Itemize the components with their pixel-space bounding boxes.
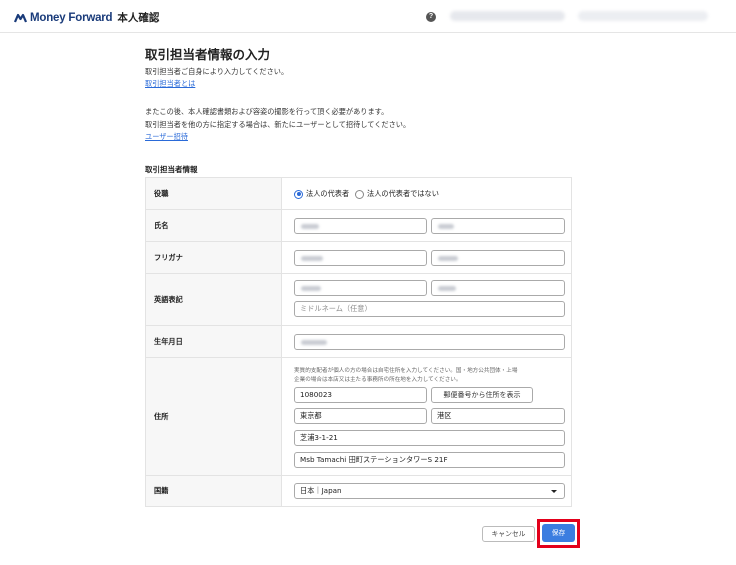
role-radio-representative[interactable]: 法人の代表者 <box>294 189 349 199</box>
nationality-label: 国籍 <box>154 486 169 495</box>
about-contact-person-link[interactable]: 取引担当者とは <box>145 79 195 89</box>
logo[interactable]: Money Forward 本人確認 <box>14 10 159 25</box>
birthdate-row: 生年月日 <box>146 326 571 358</box>
prefecture-input[interactable]: 東京都 <box>294 408 427 424</box>
last-name-english-input[interactable] <box>294 280 427 296</box>
role-label: 役職 <box>154 188 169 198</box>
intro-text-2: またこの後、本人確認書類および容姿の撮影を行って頂く必要があります。 <box>145 107 389 116</box>
intro-text-3: 取引担当者を他の方に指定する場合は、新たにユーザーとして招待してください。 <box>145 120 411 129</box>
name-row: 氏名 <box>146 210 571 242</box>
birthdate-label: 生年月日 <box>154 336 183 346</box>
radio-unchecked-icon[interactable] <box>355 189 364 199</box>
save-button[interactable]: 保存 <box>542 524 575 542</box>
user-name-redacted[interactable] <box>450 11 565 21</box>
building-input[interactable]: Msb Tamachi 田町ステーションタワーS 21F <box>294 452 565 468</box>
redacted-value <box>438 286 456 291</box>
furigana-label: フリガナ <box>154 252 183 262</box>
first-name-input[interactable] <box>431 218 565 234</box>
redacted-value <box>301 286 321 291</box>
role-option-representative-label: 法人の代表者 <box>306 189 350 198</box>
english-name-label: 英語表記 <box>154 294 183 304</box>
money-forward-logo-icon <box>14 13 27 22</box>
contact-person-form: 役職 法人の代表者 法人の代表者ではない 氏名 フリガナ 英語表記 ミドルネーム… <box>145 177 572 507</box>
redacted-value <box>301 256 323 261</box>
top-header: Money Forward 本人確認 ? <box>0 0 736 33</box>
furigana-label-cell: フリガナ <box>146 242 282 273</box>
address-note-2: 企業の場合は本店又は主たる事務所の所在地を入力してください。 <box>294 377 462 383</box>
page-title: 取引担当者情報の入力 <box>145 47 271 62</box>
english-name-label-cell: 英語表記 <box>146 274 282 325</box>
office-selector-redacted[interactable] <box>578 11 708 21</box>
first-name-kana-input[interactable] <box>431 250 565 266</box>
address-note-1: 実質的支配者が個人の方の場合は自宅住所を入力してください。国・地方公共団体・上場 <box>294 368 518 374</box>
redacted-value <box>438 224 454 229</box>
role-option-not-representative-label: 法人の代表者ではない <box>367 189 439 198</box>
invite-user-link[interactable]: ユーザー招待 <box>145 132 188 142</box>
redacted-value <box>301 340 327 345</box>
street-input[interactable]: 芝浦3-1-21 <box>294 430 565 446</box>
nationality-select[interactable]: 日本｜Japan <box>294 483 565 499</box>
name-label-cell: 氏名 <box>146 210 282 241</box>
lookup-address-button[interactable]: 郵便番号から住所を表示 <box>431 387 533 403</box>
city-input[interactable]: 港区 <box>431 408 565 424</box>
redacted-value <box>301 224 319 229</box>
role-label-cell: 役職 <box>146 178 282 209</box>
english-name-row: 英語表記 ミドルネーム（任意） <box>146 274 571 326</box>
section-title: 取引担当者情報 <box>145 165 198 174</box>
nationality-label-cell: 国籍 <box>146 476 282 506</box>
nationality-select-value: 日本｜Japan <box>300 486 342 495</box>
address-label: 住所 <box>154 411 169 421</box>
radio-checked-icon[interactable] <box>294 189 303 199</box>
middle-name-input[interactable]: ミドルネーム（任意） <box>294 301 565 317</box>
birthdate-label-cell: 生年月日 <box>146 326 282 357</box>
caret-down-icon <box>551 490 557 493</box>
logo-text: Money Forward <box>30 11 113 24</box>
cancel-button[interactable]: キャンセル <box>482 526 535 542</box>
postal-code-input[interactable]: 1080023 <box>294 387 427 403</box>
role-row: 役職 法人の代表者 法人の代表者ではない <box>146 178 571 210</box>
redacted-value <box>438 256 458 261</box>
address-row: 住所 実質的支配者が個人の方の場合は自宅住所を入力してください。国・地方公共団体… <box>146 358 571 476</box>
first-name-english-input[interactable] <box>431 280 565 296</box>
help-icon[interactable]: ? <box>426 12 436 22</box>
last-name-kana-input[interactable] <box>294 250 427 266</box>
address-label-cell: 住所 <box>146 358 282 475</box>
last-name-input[interactable] <box>294 218 427 234</box>
nationality-row: 国籍 日本｜Japan <box>146 476 571 506</box>
role-radio-not-representative[interactable]: 法人の代表者ではない <box>355 189 439 199</box>
name-label: 氏名 <box>154 220 169 230</box>
logo-subtitle: 本人確認 <box>117 12 160 24</box>
furigana-row: フリガナ <box>146 242 571 274</box>
birthdate-input[interactable] <box>294 334 565 350</box>
intro-text-1: 取引担当者ご自身により入力してください。 <box>145 67 289 76</box>
